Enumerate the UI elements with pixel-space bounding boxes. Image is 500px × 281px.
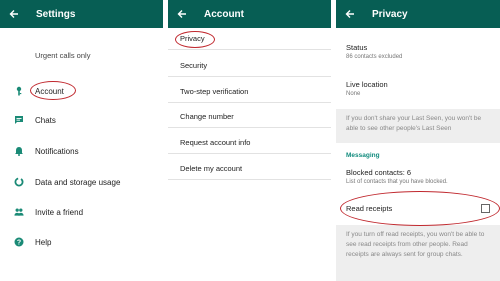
status-title: Status bbox=[346, 43, 368, 52]
settings-app-bar: Settings bbox=[0, 0, 163, 28]
back-arrow-icon[interactable] bbox=[176, 8, 188, 20]
account-title: Account bbox=[204, 8, 244, 20]
account-item-label: Delete my account bbox=[180, 164, 243, 173]
settings-item-help[interactable]: ? Help bbox=[0, 232, 163, 252]
read-receipts-note: If you turn off read receipts, you won't… bbox=[336, 225, 500, 281]
settings-item-invite[interactable]: Invite a friend bbox=[0, 202, 163, 222]
read-receipts-checkbox[interactable] bbox=[481, 204, 490, 213]
read-receipts-label: Read receipts bbox=[346, 204, 393, 213]
settings-item-data-storage[interactable]: Data and storage usage bbox=[0, 172, 163, 192]
account-item-security[interactable]: Security bbox=[168, 55, 331, 77]
key-icon bbox=[14, 86, 24, 96]
account-item-label: Request account info bbox=[180, 138, 251, 147]
status-subtitle: 86 contacts excluded bbox=[346, 54, 403, 60]
settings-item-label: Data and storage usage bbox=[35, 177, 121, 187]
settings-item-label: Chats bbox=[35, 115, 56, 125]
settings-item-label: Notifications bbox=[35, 146, 79, 156]
svg-text:?: ? bbox=[17, 240, 21, 247]
privacy-title: Privacy bbox=[372, 8, 408, 20]
privacy-live-location-row[interactable]: Live location None bbox=[336, 80, 500, 97]
settings-item-account[interactable]: Account bbox=[0, 81, 163, 101]
data-usage-icon bbox=[14, 177, 24, 187]
account-panel: Account Privacy Security Two-step verifi… bbox=[168, 0, 331, 281]
account-app-bar: Account bbox=[168, 0, 331, 28]
account-item-request-info[interactable]: Request account info bbox=[168, 132, 331, 154]
settings-item-chats[interactable]: Chats bbox=[0, 110, 163, 130]
settings-item-label: Invite a friend bbox=[35, 207, 84, 217]
privacy-blocked-row[interactable]: Blocked contacts: 6 List of contacts tha… bbox=[336, 168, 500, 185]
settings-item-label: Help bbox=[35, 237, 52, 247]
settings-item-label: Account bbox=[35, 86, 64, 96]
account-item-delete[interactable]: Delete my account bbox=[168, 158, 331, 180]
bell-icon bbox=[14, 146, 24, 156]
blocked-title: Blocked contacts: 6 bbox=[346, 168, 412, 177]
account-item-two-step[interactable]: Two-step verification bbox=[168, 81, 331, 103]
help-icon: ? bbox=[14, 237, 24, 247]
settings-panel: Settings Urgent calls only Account Chats… bbox=[0, 0, 163, 281]
account-item-label: Security bbox=[180, 61, 208, 70]
people-icon bbox=[14, 207, 24, 217]
blocked-subtitle: List of contacts that you have blocked. bbox=[346, 179, 448, 185]
back-arrow-icon[interactable] bbox=[344, 8, 356, 20]
chat-icon bbox=[14, 115, 24, 125]
read-receipts-row[interactable]: Read receipts bbox=[336, 204, 500, 213]
live-location-subtitle: None bbox=[346, 91, 361, 97]
live-location-title: Live location bbox=[346, 80, 388, 89]
messaging-section-header: Messaging bbox=[346, 152, 380, 159]
account-item-label: Two-step verification bbox=[180, 87, 249, 96]
last-seen-note: If you don't share your Last Seen, you w… bbox=[336, 109, 500, 143]
account-item-label: Change number bbox=[180, 112, 234, 121]
account-item-privacy[interactable]: Privacy bbox=[168, 28, 331, 50]
urgent-calls-text: Urgent calls only bbox=[35, 51, 91, 60]
account-item-label: Privacy bbox=[180, 34, 205, 43]
settings-title: Settings bbox=[36, 8, 76, 20]
privacy-app-bar: Privacy bbox=[336, 0, 500, 28]
privacy-panel: Privacy Status 86 contacts excluded Live… bbox=[336, 0, 500, 281]
settings-item-notifications[interactable]: Notifications bbox=[0, 141, 163, 161]
back-arrow-icon[interactable] bbox=[8, 8, 20, 20]
privacy-status-row[interactable]: Status 86 contacts excluded bbox=[336, 43, 500, 60]
account-item-change-number[interactable]: Change number bbox=[168, 106, 331, 128]
